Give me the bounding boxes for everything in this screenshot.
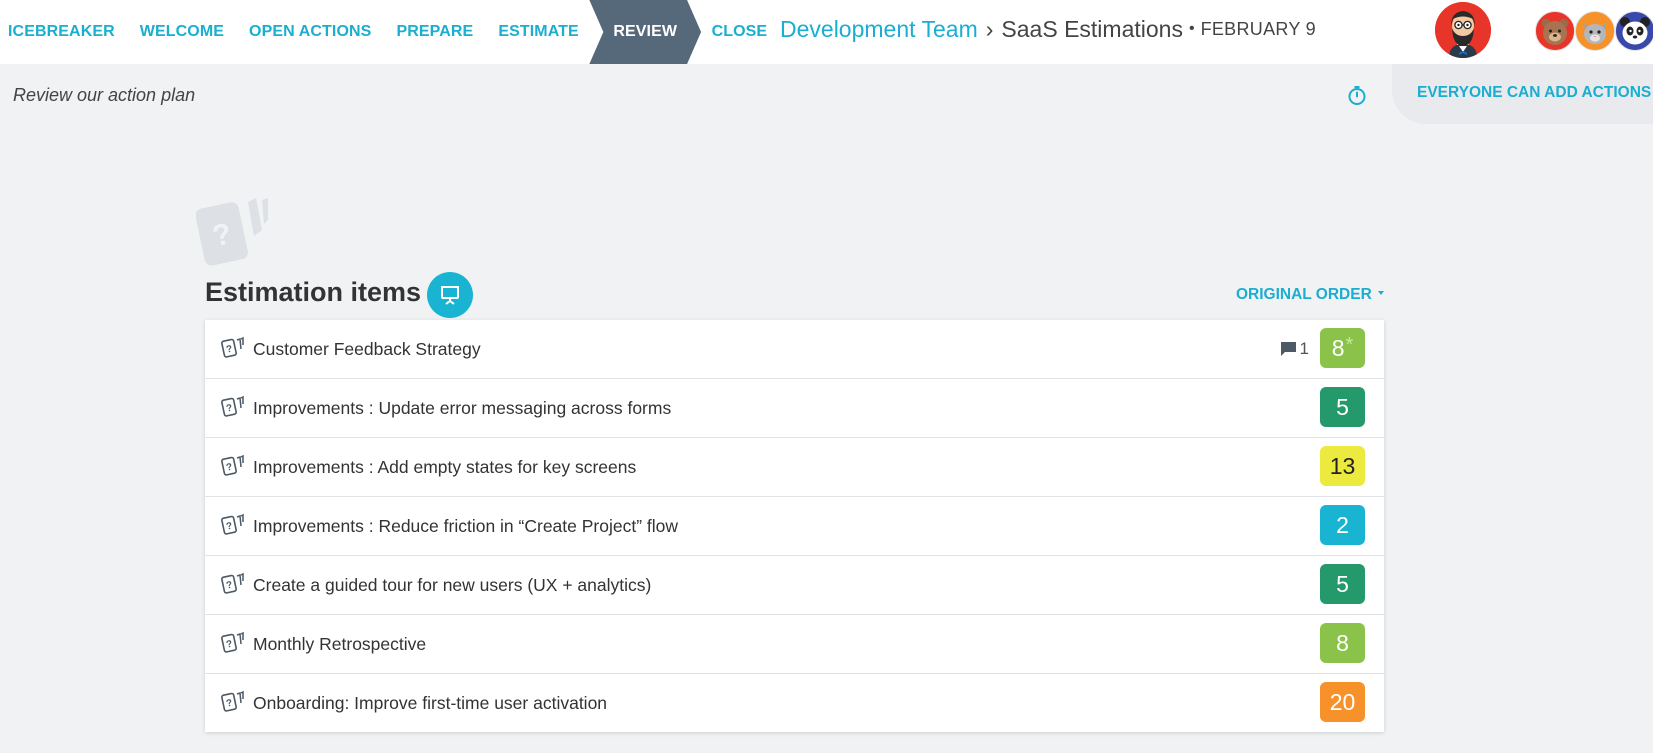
breadcrumb-team[interactable]: Development Team — [780, 16, 978, 43]
estimate-badge: 13 — [1320, 446, 1365, 486]
nav-step-review[interactable]: REVIEW — [589, 0, 701, 64]
cards-watermark-icon: ? — [195, 190, 280, 268]
breadcrumb-dot: • — [1188, 20, 1195, 37]
estimate-value: 8 — [1336, 629, 1349, 656]
page-subtitle: Review our action plan — [13, 85, 196, 105]
card-question-icon: ? — [221, 631, 245, 653]
estimate-badge: 20 — [1320, 682, 1365, 722]
estimate-badge: 5 — [1320, 387, 1365, 427]
nav-step-icebreaker[interactable]: ICEBREAKER — [0, 0, 127, 64]
card-question-icon: ? — [221, 513, 245, 535]
card-question-icon: ? — [221, 572, 245, 594]
breadcrumb-date: FEBRUARY 9 — [1200, 18, 1316, 39]
cat-avatar[interactable] — [1575, 11, 1615, 51]
estimate-badge: 5 — [1320, 564, 1365, 604]
svg-text:?: ? — [225, 344, 233, 356]
step-navigation: ICEBREAKER WELCOME OPEN ACTIONS PREPARE … — [0, 0, 780, 64]
item-label: Customer Feedback Strategy — [253, 338, 481, 359]
breadcrumb-separator: › — [985, 15, 994, 42]
svg-text:?: ? — [225, 580, 233, 592]
estimate-value: 5 — [1336, 393, 1349, 420]
star-icon: * — [1345, 333, 1354, 356]
nav-step-open-actions[interactable]: OPEN ACTIONS — [237, 0, 384, 64]
card-question-icon: ? — [221, 336, 245, 358]
estimate-badge: 8 — [1320, 623, 1365, 663]
svg-text:?: ? — [225, 698, 233, 710]
list-item[interactable]: ? Onboarding: Improve first-time user act… — [205, 674, 1384, 732]
estimate-value: 8 — [1331, 334, 1345, 361]
bear-avatar[interactable] — [1535, 11, 1575, 51]
nav-step-prepare[interactable]: PREPARE — [384, 0, 486, 64]
breadcrumb: Development Team › SaaS Estimations • FE… — [780, 0, 1316, 58]
nav-step-welcome[interactable]: WELCOME — [127, 0, 236, 64]
svg-text:?: ? — [225, 639, 233, 651]
permission-label: EVERYONE CAN ADD ACTIONS — [1417, 84, 1652, 101]
card-question-icon: ? — [221, 454, 245, 476]
breadcrumb-session: SaaS Estimations — [1001, 15, 1183, 42]
item-label: Onboarding: Improve first-time user acti… — [253, 692, 608, 713]
nav-step-close[interactable]: CLOSE — [699, 0, 780, 64]
permission-dropdown[interactable]: EVERYONE CAN ADD ACTIONS — [1417, 84, 1653, 102]
estimate-value: 13 — [1329, 452, 1356, 479]
nav-step-estimate[interactable]: ESTIMATE — [486, 0, 592, 64]
stopwatch-icon[interactable] — [1346, 84, 1368, 106]
list-item[interactable]: ? Monthly Retrospective 8 — [205, 615, 1384, 674]
card-question-icon: ? — [221, 690, 245, 712]
svg-text:?: ? — [225, 403, 233, 415]
list-item[interactable]: ? Improvements : Update error messaging a… — [205, 379, 1384, 438]
bearded-man-avatar[interactable] — [1435, 2, 1491, 58]
estimate-value: 2 — [1336, 511, 1349, 538]
estimate-value: 20 — [1329, 688, 1356, 715]
list-item[interactable]: ? Improvements : Add empty states for key… — [205, 438, 1384, 497]
sort-order-label: ORIGINAL ORDER — [1236, 286, 1372, 303]
estimate-badge: 8 * — [1320, 328, 1365, 368]
sort-order-dropdown[interactable]: ORIGINAL ORDER — [1236, 286, 1384, 304]
top-bar: ICEBREAKER WELCOME OPEN ACTIONS PREPARE … — [0, 0, 1653, 64]
estimate-value: 5 — [1336, 570, 1349, 597]
item-label: Improvements : Reduce friction in “Creat… — [253, 515, 679, 536]
panda-avatar[interactable] — [1615, 11, 1653, 51]
present-button[interactable] — [427, 272, 473, 318]
present-icon — [441, 286, 459, 305]
item-label: Improvements : Add empty states for key … — [253, 456, 637, 477]
card-question-icon: ? — [221, 395, 245, 417]
item-label: Monthly Retrospective — [253, 633, 427, 654]
item-label: Improvements : Update error messaging ac… — [253, 397, 672, 418]
comment-icon — [1280, 342, 1296, 356]
list-item[interactable]: ? Improvements : Reduce friction in “Crea… — [205, 497, 1384, 556]
list-item[interactable]: ? Create a guided tour for new users (UX … — [205, 556, 1384, 615]
item-label: Create a guided tour for new users (UX +… — [253, 574, 652, 595]
comment-count[interactable]: 1 — [1280, 339, 1309, 359]
estimation-list: ? Customer Feedback Strategy 1 8 *? Improveme… — [205, 320, 1384, 732]
chevron-down-icon — [1377, 290, 1384, 295]
comment-count-value: 1 — [1299, 339, 1309, 358]
list-item[interactable]: ? Customer Feedback Strategy 1 8 * — [205, 320, 1384, 379]
estimate-badge: 2 — [1320, 505, 1365, 545]
svg-text:?: ? — [225, 521, 233, 533]
svg-text:?: ? — [225, 462, 233, 474]
section-title: Estimation items — [205, 277, 422, 307]
